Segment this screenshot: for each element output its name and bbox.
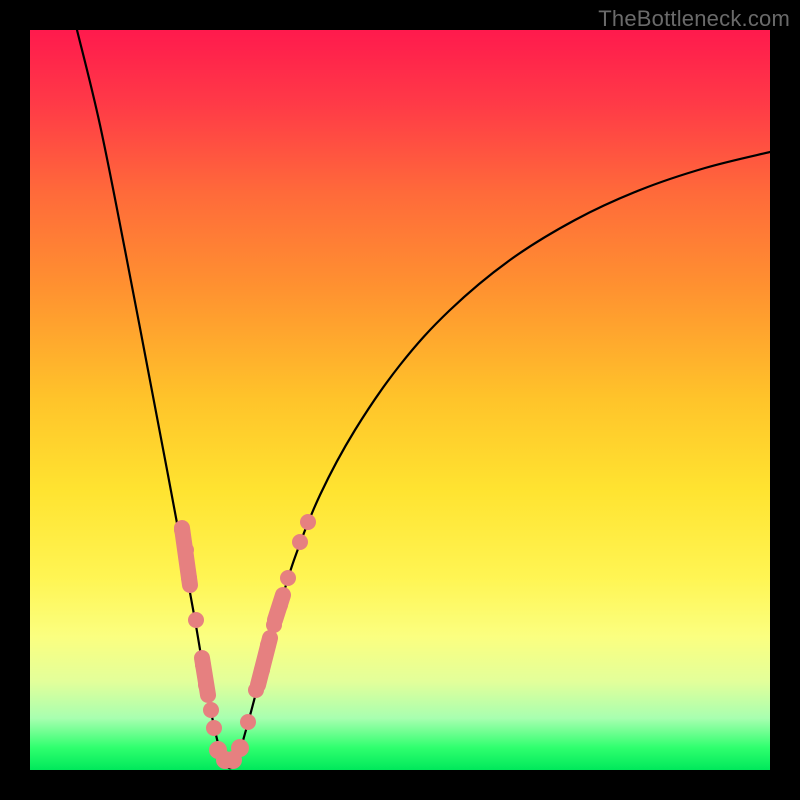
marker-dot: [195, 657, 211, 673]
bottleneck-curve-plot: [30, 30, 770, 770]
bottleneck-curve: [77, 30, 770, 768]
marker-dot: [178, 542, 194, 558]
marker-dot: [240, 714, 256, 730]
marker-dot: [272, 597, 288, 613]
chart-frame: [30, 30, 770, 770]
marker-dot: [292, 534, 308, 550]
marker-dot: [266, 617, 282, 633]
marker-dot: [280, 570, 296, 586]
marker-dot: [254, 662, 270, 678]
watermark-text: TheBottleneck.com: [598, 6, 790, 32]
marker-dot: [248, 682, 264, 698]
marker-dot: [203, 702, 219, 718]
marker-dot: [206, 720, 222, 736]
marker-dot: [198, 677, 214, 693]
marker-dot: [188, 612, 204, 628]
marker-dot: [260, 637, 276, 653]
marker-dot: [231, 739, 249, 757]
marker-dot: [300, 514, 316, 530]
marker-dot: [181, 570, 197, 586]
marker-dot: [174, 522, 190, 538]
